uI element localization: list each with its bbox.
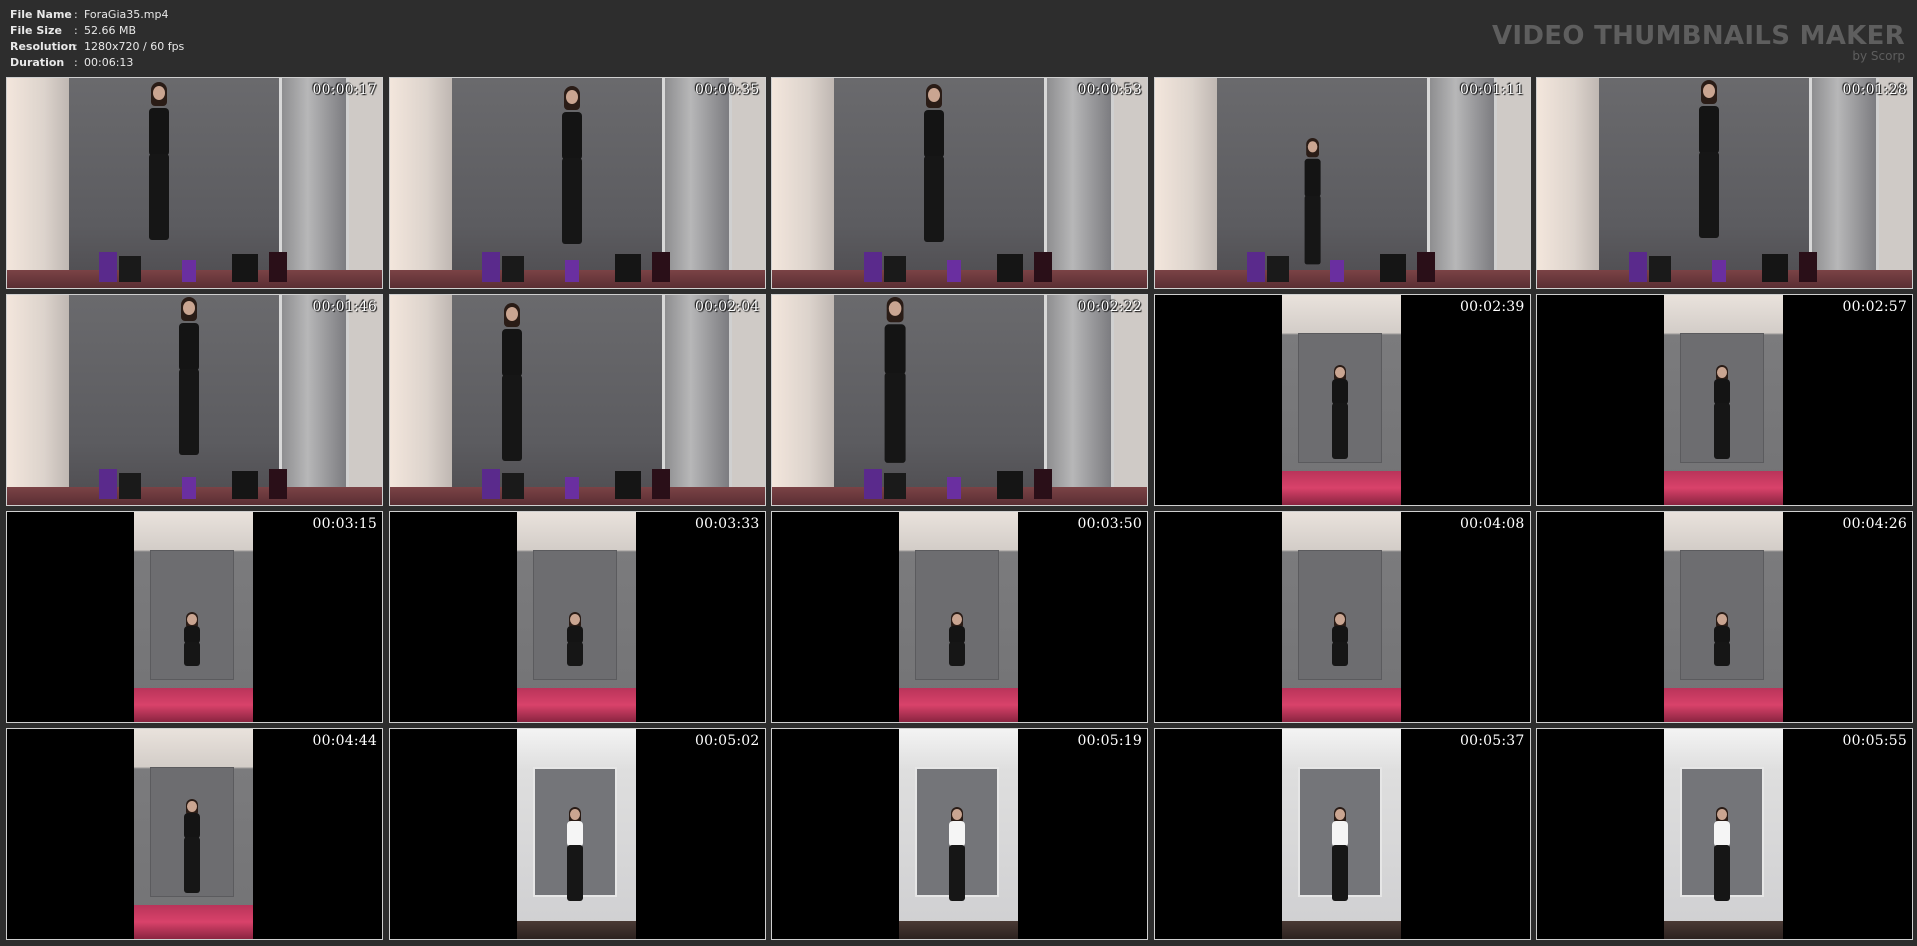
thumbnail: 00:00:35 — [388, 77, 766, 289]
thumbnail: 00:02:39 — [1153, 294, 1531, 506]
thumbnail: 00:03:33 — [388, 511, 766, 723]
timestamp: 00:01:11 — [1460, 82, 1525, 98]
duration-label: Duration — [10, 56, 65, 69]
thumbnail-frame-image — [1154, 512, 1530, 722]
thumbnail-frame-image — [772, 512, 1147, 722]
thumbnail-frame-image — [7, 729, 382, 939]
thumbnail-frame-image — [389, 729, 765, 939]
file-name-row: File Name : ForaGia35.mp4 — [10, 7, 184, 23]
duration-row: Duration : 00:06:13 — [10, 55, 184, 71]
thumbnail: 00:00:17 — [6, 77, 383, 289]
brand-logo: VIDEO THUMBNAILS MAKER by Scorp — [1492, 22, 1905, 62]
thumbnail-frame-image — [1154, 78, 1530, 288]
thumbnail-frame-image — [7, 78, 382, 288]
timestamp: 00:03:50 — [1077, 516, 1142, 532]
sheet-header: File Name : ForaGia35.mp4 File Size : 52… — [0, 0, 1917, 74]
thumbnail: 00:02:57 — [1536, 294, 1913, 506]
thumbnail: 00:03:50 — [771, 511, 1148, 723]
timestamp: 00:00:53 — [1077, 82, 1142, 98]
timestamp: 00:01:28 — [1842, 82, 1907, 98]
thumbnail-frame-image — [389, 512, 765, 722]
thumbnail-frame-image — [1154, 295, 1530, 505]
timestamp: 00:02:57 — [1842, 299, 1907, 315]
timestamp: 00:00:17 — [312, 82, 377, 98]
timestamp: 00:05:19 — [1077, 733, 1142, 749]
timestamp: 00:01:46 — [312, 299, 377, 315]
thumbnail: 00:04:26 — [1536, 511, 1913, 723]
file-info: File Name : ForaGia35.mp4 File Size : 52… — [10, 7, 184, 71]
thumbnail: 00:04:08 — [1153, 511, 1531, 723]
timestamp: 00:05:02 — [695, 733, 760, 749]
thumbnail-frame-image — [389, 295, 765, 505]
thumbnail-frame-image — [772, 78, 1147, 288]
file-size-label: File Size — [10, 24, 62, 37]
thumbnail-frame-image — [1537, 729, 1912, 939]
file-size-row: File Size : 52.66 MB — [10, 23, 184, 39]
thumbnail-frame-image — [772, 729, 1147, 939]
timestamp: 00:02:04 — [695, 299, 760, 315]
thumbnail-frame-image — [1537, 78, 1912, 288]
thumbnail-frame-image — [772, 295, 1147, 505]
thumbnail-sheet: File Name : ForaGia35.mp4 File Size : 52… — [0, 0, 1917, 946]
thumbnail: 00:05:55 — [1536, 728, 1913, 940]
resolution-value: 1280x720 / 60 fps — [84, 40, 185, 53]
timestamp: 00:05:37 — [1460, 733, 1525, 749]
thumbnail-frame-image — [1537, 512, 1912, 722]
thumbnail-grid: 00:00:17 00:00:35 00:00:53 00:01:11 00:01:28… — [6, 77, 1913, 940]
brand-subtitle: by Scorp — [1852, 49, 1905, 63]
separator: : — [74, 56, 78, 69]
separator: : — [74, 40, 78, 53]
resolution-label: Resolution — [10, 40, 77, 53]
timestamp: 00:05:55 — [1842, 733, 1907, 749]
thumbnail-frame-image — [7, 295, 382, 505]
thumbnail-frame-image — [1537, 295, 1912, 505]
thumbnail-frame-image — [389, 78, 765, 288]
thumbnail: 00:02:04 — [388, 294, 766, 506]
thumbnail: 00:00:53 — [771, 77, 1148, 289]
timestamp: 00:00:35 — [695, 82, 760, 98]
separator: : — [74, 24, 78, 37]
thumbnail: 00:01:11 — [1153, 77, 1531, 289]
timestamp: 00:04:44 — [312, 733, 377, 749]
thumbnail: 00:05:37 — [1153, 728, 1531, 940]
resolution-row: Resolution : 1280x720 / 60 fps — [10, 39, 184, 55]
timestamp: 00:04:26 — [1842, 516, 1907, 532]
thumbnail: 00:01:28 — [1536, 77, 1913, 289]
timestamp: 00:04:08 — [1460, 516, 1525, 532]
thumbnail: 00:05:19 — [771, 728, 1148, 940]
timestamp: 00:02:22 — [1077, 299, 1142, 315]
timestamp: 00:02:39 — [1460, 299, 1525, 315]
thumbnail: 00:01:46 — [6, 294, 383, 506]
thumbnail-frame-image — [1154, 729, 1530, 939]
thumbnail: 00:03:15 — [6, 511, 383, 723]
timestamp: 00:03:15 — [312, 516, 377, 532]
separator: : — [74, 8, 78, 21]
duration-value: 00:06:13 — [84, 56, 134, 69]
thumbnail: 00:04:44 — [6, 728, 383, 940]
thumbnail: 00:05:02 — [388, 728, 766, 940]
timestamp: 00:03:33 — [695, 516, 760, 532]
file-size-value: 52.66 MB — [84, 24, 137, 37]
file-name-label: File Name — [10, 8, 72, 21]
thumbnail: 00:02:22 — [771, 294, 1148, 506]
thumbnail-frame-image — [7, 512, 382, 722]
file-name-value: ForaGia35.mp4 — [84, 8, 169, 21]
brand-title: VIDEO THUMBNAILS MAKER — [1491, 21, 1905, 51]
